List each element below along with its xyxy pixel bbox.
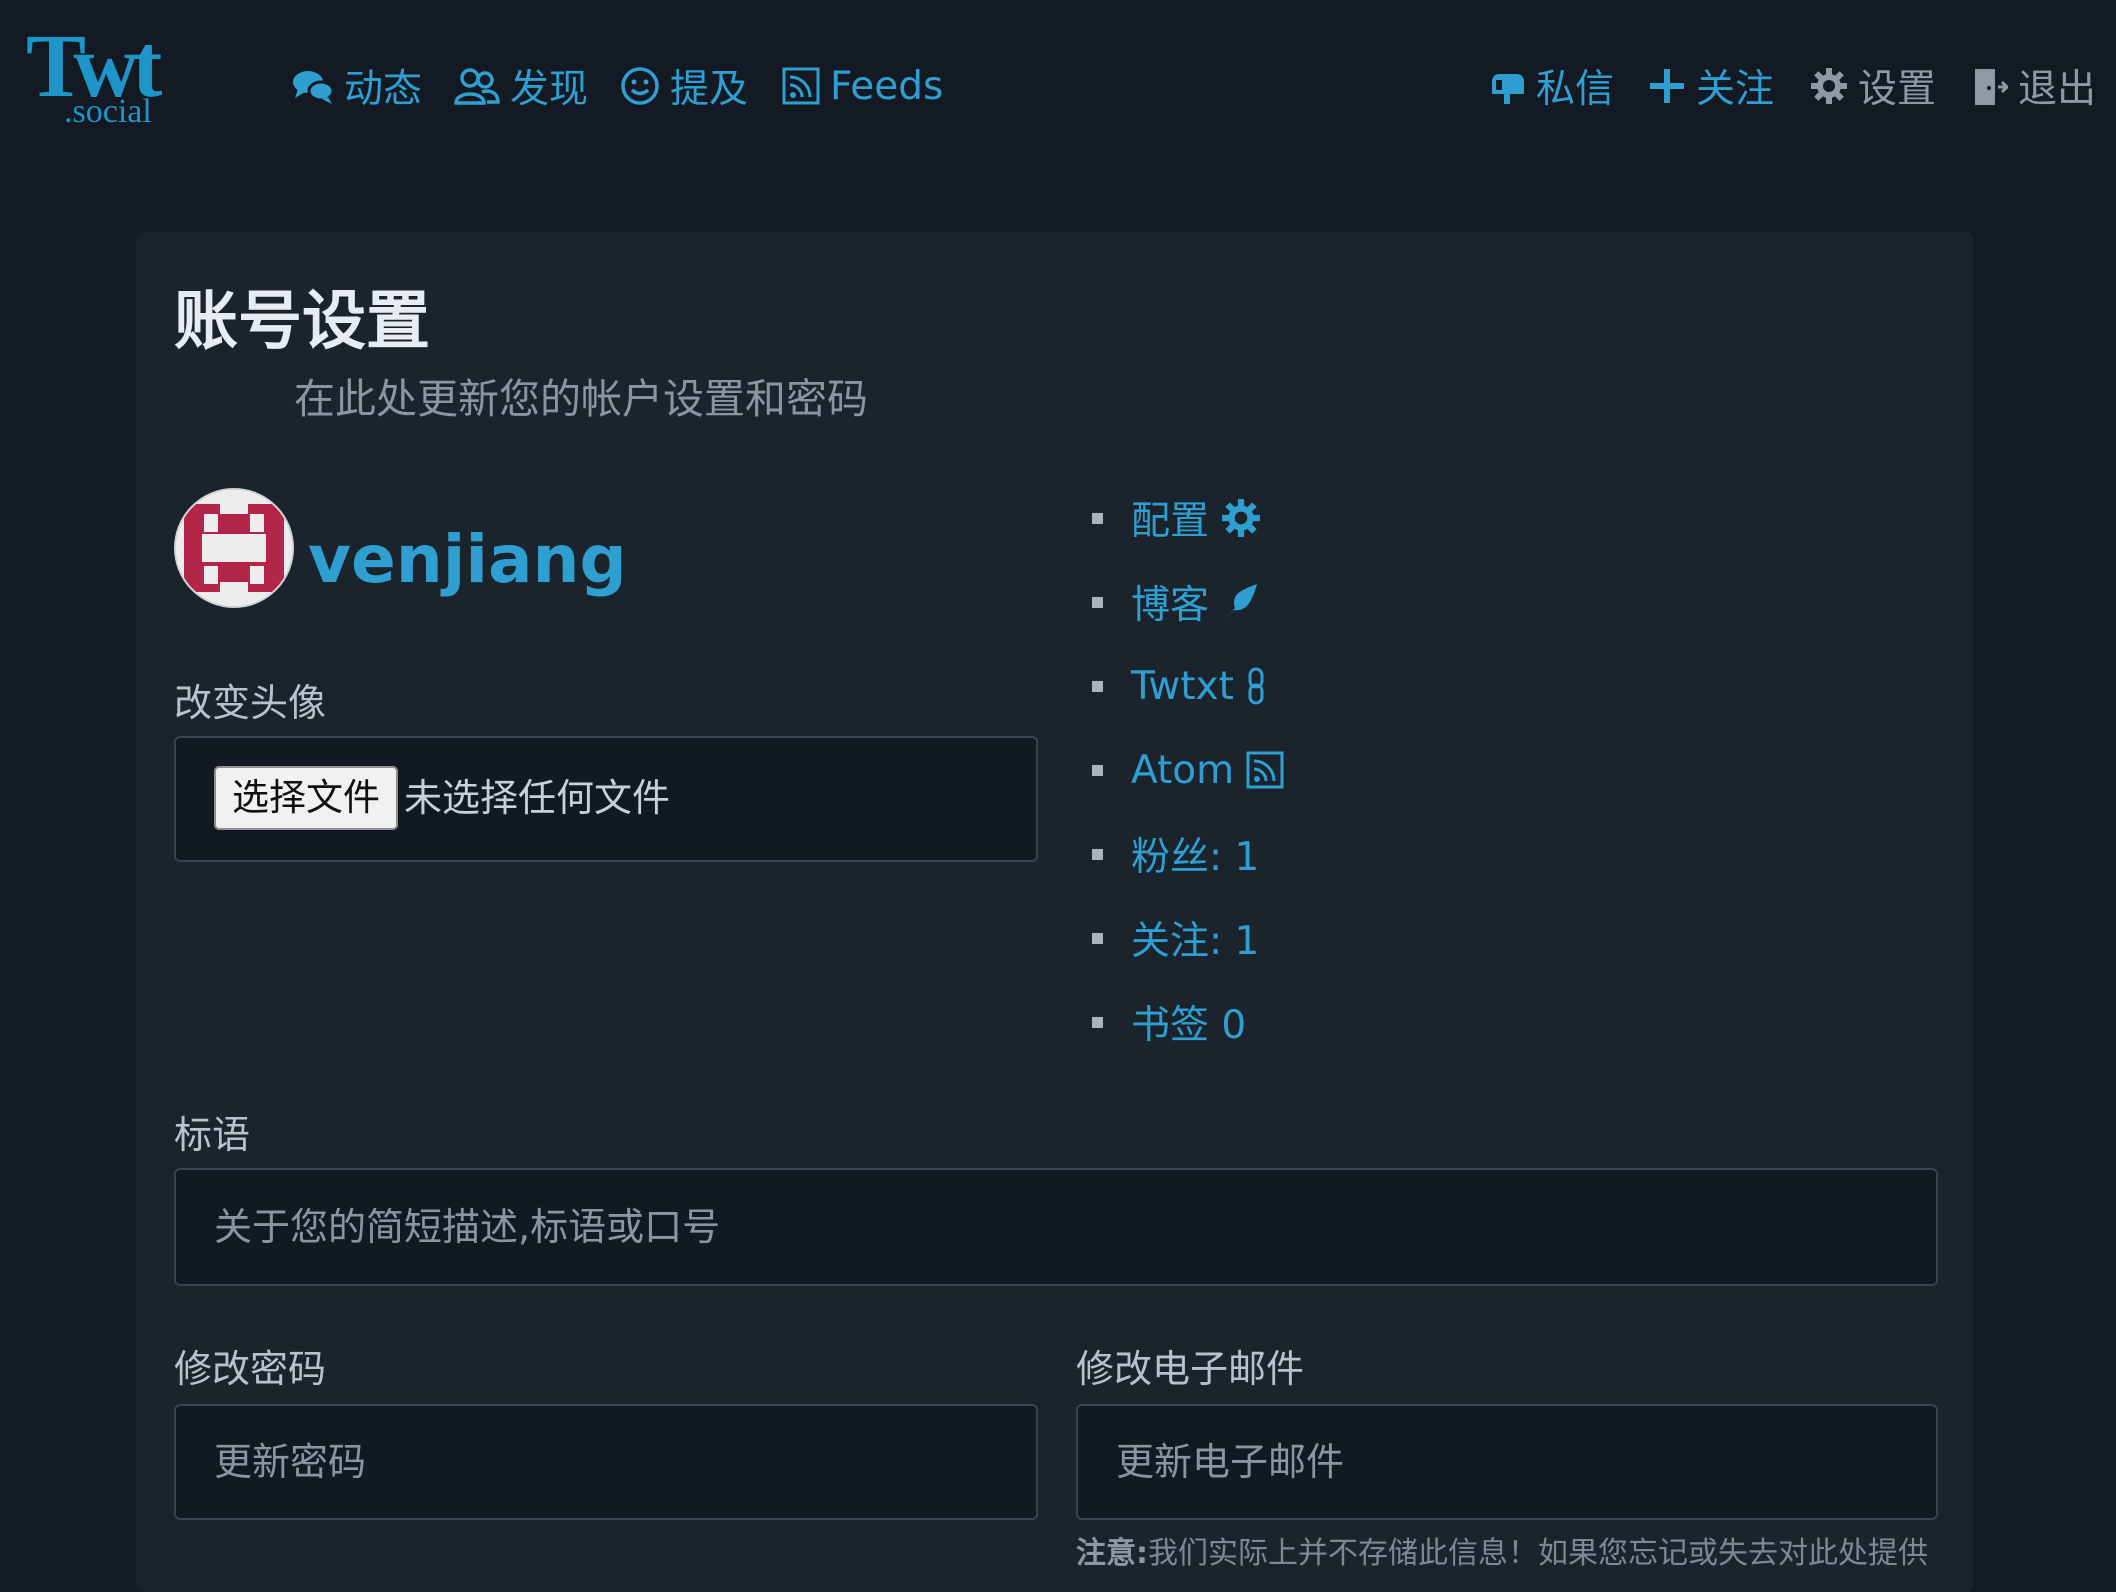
nav-settings[interactable]: 设置 xyxy=(1810,56,1936,116)
email-field-label: 修改电子邮件 xyxy=(1076,1347,1305,1391)
logo-suffix: .social xyxy=(64,93,152,130)
nav-feeds[interactable]: Feeds xyxy=(782,56,943,116)
nav-mentions-label: 提及 xyxy=(670,67,749,112)
note-label: 注意: xyxy=(1076,1536,1148,1571)
mailbox-icon xyxy=(1492,74,1524,104)
rss-icon xyxy=(782,67,820,105)
profile-link-label: 粉丝: 1 xyxy=(1131,835,1260,880)
door-exit-icon xyxy=(1975,69,2008,105)
nav-discover[interactable]: 发现 xyxy=(454,56,588,116)
profile-link-label: Twtxt xyxy=(1131,663,1234,709)
site-logo[interactable]: Twt .social xyxy=(26,22,216,132)
nav-follow-label: 关注 xyxy=(1696,67,1775,112)
nav-timeline-label: 动态 xyxy=(344,67,423,112)
list-bullet xyxy=(1092,932,1103,944)
list-bullet xyxy=(1092,764,1103,776)
list-bullet xyxy=(1092,512,1103,524)
nav-settings-label: 设置 xyxy=(1858,67,1937,112)
note-text: 我们实际上并不存储此信息！如果您忘记或失去对此处提供 xyxy=(1148,1536,1928,1571)
profile-link-following[interactable]: 关注: 1 xyxy=(1092,908,1492,968)
avatar-file-input[interactable]: 选择文件 未选择任何文件 xyxy=(174,736,1038,862)
gear-icon xyxy=(1811,68,1847,104)
feather-icon xyxy=(1225,584,1258,620)
profile-link-blog[interactable]: 博客 xyxy=(1092,572,1492,632)
settings-card: 账号设置 在此处更新您的帐户设置和密码 venjiang 改变头像 选择文件 未… xyxy=(136,232,1974,1592)
profile-link-followers[interactable]: 粉丝: 1 xyxy=(1092,824,1492,884)
profile-link-label: 配置 xyxy=(1131,499,1210,544)
smiley-icon xyxy=(621,67,659,105)
profile-link-bookmarks[interactable]: 书签 0 xyxy=(1092,992,1492,1052)
list-bullet xyxy=(1092,1016,1103,1028)
choose-file-button[interactable]: 选择文件 xyxy=(214,766,398,830)
nav-follow[interactable]: 关注 xyxy=(1648,56,1774,116)
page-title: 账号设置 xyxy=(174,285,430,359)
nav-feeds-label: Feeds xyxy=(830,63,944,109)
password-field-label: 修改密码 xyxy=(174,1347,327,1391)
profile-link-label: 书签 0 xyxy=(1131,1003,1247,1048)
identicon-image xyxy=(176,490,292,606)
password-input[interactable]: 更新密码 xyxy=(174,1404,1038,1520)
users-icon xyxy=(454,68,500,105)
list-bullet xyxy=(1092,848,1103,860)
list-bullet xyxy=(1092,596,1103,608)
list-bullet xyxy=(1092,680,1103,692)
profile-link-config[interactable]: 配置 xyxy=(1092,488,1492,548)
file-status-text: 未选择任何文件 xyxy=(404,776,671,820)
profile-link-label: 关注: 1 xyxy=(1131,919,1260,964)
nav-messages-label: 私信 xyxy=(1536,67,1615,112)
tagline-field-label: 标语 xyxy=(174,1113,251,1157)
profile-link-atom[interactable]: Atom xyxy=(1092,740,1492,800)
email-note: 注意:我们实际上并不存储此信息！如果您忘记或失去对此处提供 xyxy=(1076,1534,1928,1574)
rss-icon xyxy=(1246,751,1284,789)
chat-bubbles-icon xyxy=(293,71,334,104)
link-icon xyxy=(1248,667,1264,705)
tagline-input[interactable]: 关于您的简短描述,标语或口号 xyxy=(174,1168,1938,1286)
profile-link-label: Atom xyxy=(1131,747,1235,793)
email-placeholder: 更新电子邮件 xyxy=(1116,1440,1345,1484)
tagline-placeholder: 关于您的简短描述,标语或口号 xyxy=(214,1205,721,1249)
avatar[interactable] xyxy=(174,488,294,608)
username-link[interactable]: venjiang xyxy=(308,520,627,600)
gear-icon xyxy=(1222,499,1260,537)
profile-link-twtxt[interactable]: Twtxt xyxy=(1092,656,1492,716)
nav-timeline[interactable]: 动态 xyxy=(292,56,422,116)
nav-logout-label: 退出 xyxy=(2018,67,2097,112)
page-subtitle: 在此处更新您的帐户设置和密码 xyxy=(294,375,868,423)
nav-discover-label: 发现 xyxy=(510,67,589,112)
nav-logout[interactable]: 退出 xyxy=(1972,56,2096,116)
password-placeholder: 更新密码 xyxy=(214,1440,367,1484)
plus-icon xyxy=(1650,69,1684,103)
email-input[interactable]: 更新电子邮件 xyxy=(1076,1404,1938,1520)
nav-mentions[interactable]: 提及 xyxy=(620,56,748,116)
avatar-field-label: 改变头像 xyxy=(174,681,327,725)
nav-messages[interactable]: 私信 xyxy=(1488,56,1614,116)
top-navbar: Twt .social 动态 发现 提及 Feeds 私信 关注 设置 退出 xyxy=(0,0,2116,180)
profile-link-label: 博客 xyxy=(1131,583,1210,628)
